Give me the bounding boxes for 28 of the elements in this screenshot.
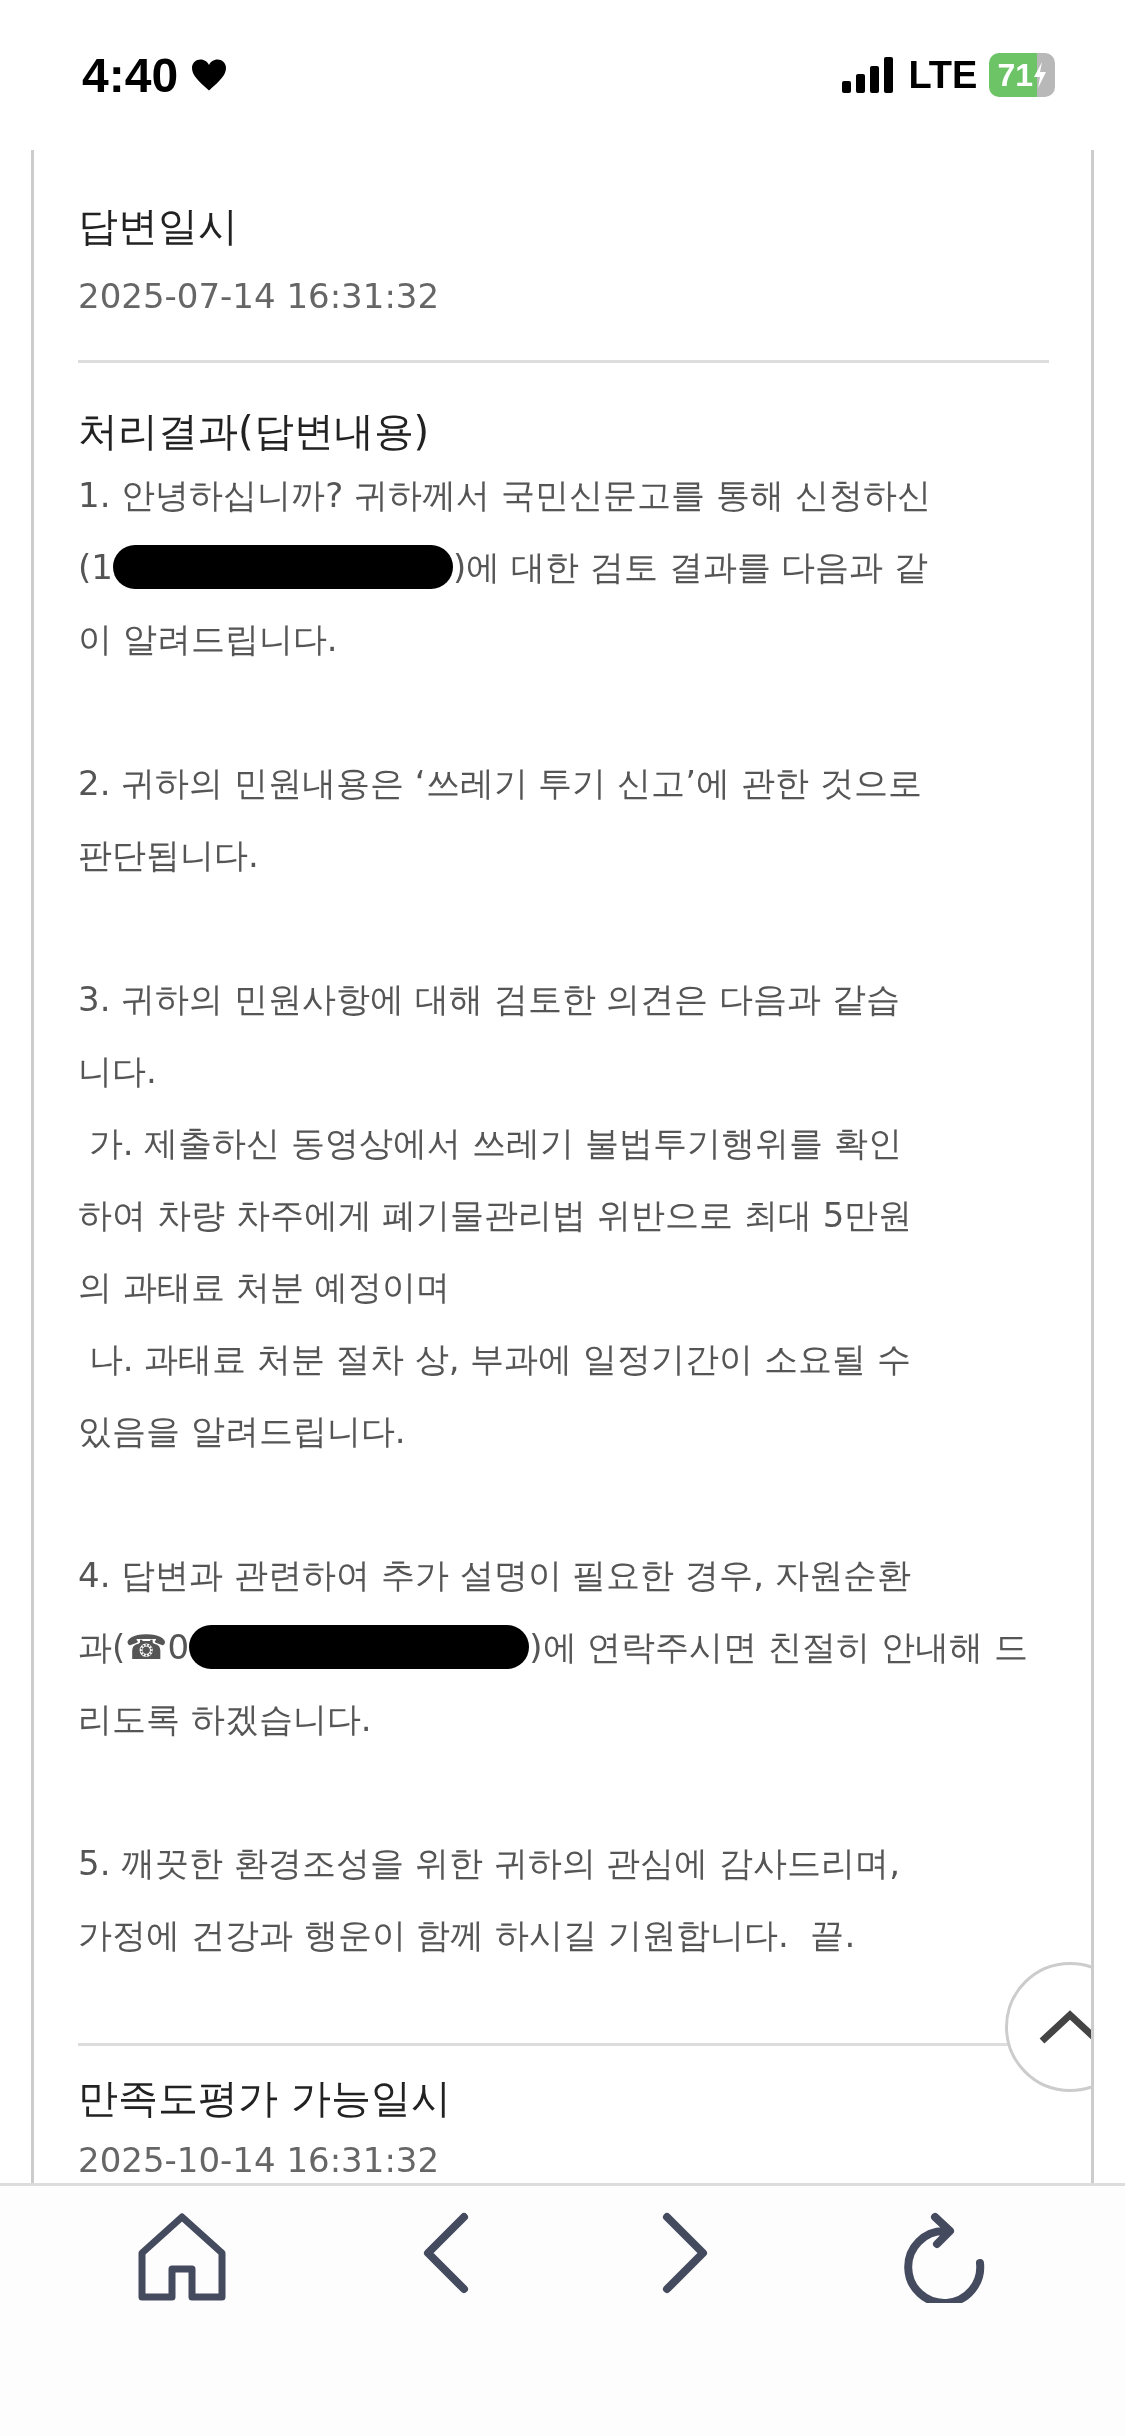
answer-text: 4. 답변과 관련하여 추가 설명이 필요한 경우, 자원순환 <box>78 1554 911 1597</box>
answer-text: 가. 제출하신 동영상에서 쓰레기 불법투기행위를 확인 <box>87 1122 902 1165</box>
answer-text: 의 과태료 처분 예정이며 <box>78 1266 451 1309</box>
answer-text: 리도록 하겠습니다. <box>78 1698 372 1741</box>
answer-heading: 처리결과(답변내용) <box>78 407 431 456</box>
rating-date-value: 2025-10-14 16:31:32 <box>78 2139 441 2182</box>
answer-text: 판단됩니다. <box>78 834 259 877</box>
battery-icon: 71 <box>989 53 1055 97</box>
answer-date-label: 답변일시 <box>78 202 239 251</box>
answer-text: 2. 귀하의 민원내용은 ‘쓰레기 투기 신고’에 관한 것으로 <box>78 762 922 805</box>
answer-text: 가정에 건강과 행운이 함께 하시길 기원합니다. 끝. <box>78 1914 856 1957</box>
answer-text: 3. 귀하의 민원사항에 대해 검토한 의견은 다음과 같습 <box>78 978 901 1021</box>
rating-date-label: 만족도평가 가능일시 <box>78 2074 452 2123</box>
answer-text: 있음을 알려드립니다. <box>78 1410 406 1453</box>
answer-text: 하여 차량 차주에게 폐기물관리법 위반으로 최대 5만원 <box>78 1194 913 1237</box>
answer-text: )에 연락주시면 친절히 안내해 드 <box>529 1626 1028 1669</box>
answer-text: 5. 깨끗한 환경조성을 위한 귀하의 관심에 감사드리며, <box>78 1842 901 1885</box>
network-label: LTE <box>908 53 978 97</box>
answer-text: 나. 과태료 처분 절차 상, 부과에 일정기간이 소요될 수 <box>87 1338 911 1381</box>
answer-date-value: 2025-07-14 16:31:32 <box>78 275 441 318</box>
answer-text: 이 알려드립니다. <box>78 618 338 661</box>
answer-text: )에 대한 검토 결과를 다음과 같 <box>452 546 929 589</box>
answer-text: 니다. <box>78 1050 157 1093</box>
status-time: 4:40 <box>82 47 179 103</box>
answer-text: 과(☎0 <box>78 1626 190 1669</box>
answer-text: 1. 안녕하십니까? 귀하께서 국민신문고를 통해 신청하신 <box>78 474 931 517</box>
heart-icon <box>190 58 229 92</box>
answer-text: (1 <box>78 546 113 589</box>
